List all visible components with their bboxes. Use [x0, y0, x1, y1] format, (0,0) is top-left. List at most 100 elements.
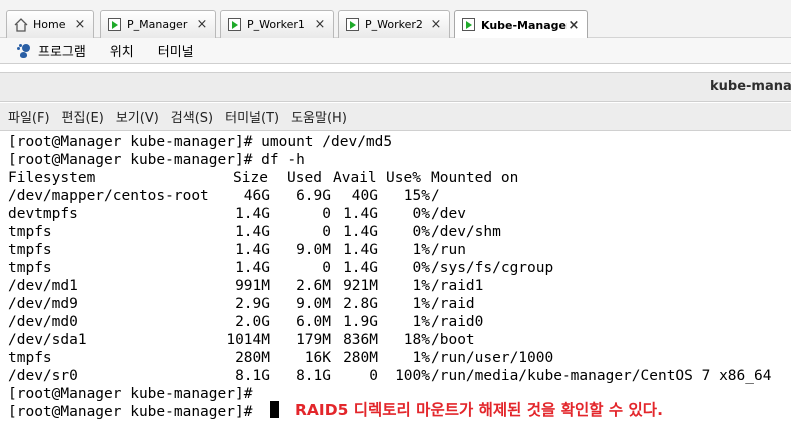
- tab-p-worker1[interactable]: P_Worker1 ×: [220, 10, 334, 38]
- terminal-menubar: 파일(F) 편집(E) 보기(V) 검색(S) 터미널(T) 도움말(H): [0, 103, 791, 131]
- menu-file[interactable]: 파일(F): [8, 107, 50, 126]
- df-filesystem: /dev/md0: [8, 314, 78, 330]
- menu-view[interactable]: 보기(V): [116, 107, 159, 126]
- menu-terminal-tools[interactable]: 터미널(T): [225, 107, 279, 126]
- tab-home[interactable]: Home ×: [6, 10, 94, 38]
- df-mounted: /raid0: [431, 314, 484, 330]
- df-mounted: /boot: [431, 332, 475, 348]
- command-line: [root@Manager kube-manager]# df -h: [8, 152, 305, 168]
- df-size: 2.0G: [235, 314, 270, 330]
- menu-edit[interactable]: 편집(E): [62, 107, 104, 126]
- df-used: 0: [322, 224, 331, 240]
- gnome-logo-icon: [16, 43, 32, 59]
- tab-label: P_Worker2: [365, 18, 423, 31]
- prompt-line: [root@Manager kube-manager]#: [8, 386, 253, 402]
- df-row: /dev/md9 2.9G 9.0M 2.8G 1%/raid: [8, 295, 788, 313]
- df-row: /dev/md1 991M 2.6M 921M 1%/raid1: [8, 277, 788, 295]
- df-used: 16K: [304, 350, 331, 366]
- df-col-avail: Avail: [333, 170, 377, 186]
- df-col-used: Used: [287, 170, 322, 186]
- df-usepct: 18%: [403, 332, 430, 348]
- tab-p-worker2[interactable]: P_Worker2 ×: [338, 10, 450, 38]
- df-size: 280M: [235, 350, 270, 366]
- df-col-usepct: Use%: [386, 170, 421, 186]
- vm-icon: [227, 17, 243, 33]
- df-filesystem: /dev/md1: [8, 278, 78, 294]
- df-used: 0: [322, 260, 331, 276]
- df-used: 9.0M: [296, 296, 331, 312]
- gnome-app-menu: 프로그램 위치 터미널: [0, 38, 791, 64]
- df-mounted: /raid: [431, 296, 475, 312]
- df-used: 9.0M: [296, 242, 331, 258]
- df-size: 1014M: [226, 332, 270, 348]
- df-usepct: 1%: [412, 242, 430, 258]
- tab-label: Home: [33, 18, 66, 31]
- menu-terminal[interactable]: 터미널: [158, 41, 194, 60]
- df-col-mounted: Mounted on: [431, 170, 519, 186]
- df-avail: 1.4G: [343, 242, 378, 258]
- window-title: kube-manag: [710, 79, 791, 94]
- df-row: /dev/mapper/centos-root 46G 6.9G 40G 15% /: [8, 187, 788, 205]
- df-filesystem: /dev/mapper/centos-root: [8, 188, 209, 204]
- df-usepct: 1%: [412, 278, 430, 294]
- close-icon[interactable]: ×: [429, 17, 443, 32]
- vm-icon: [107, 17, 123, 33]
- df-avail: 280M: [343, 350, 378, 366]
- df-usepct: 1%: [412, 350, 430, 366]
- df-usepct: 0%: [412, 260, 430, 276]
- close-icon[interactable]: ×: [73, 17, 87, 32]
- df-used: 6.9G: [296, 188, 331, 204]
- df-header: Filesystem Size Used Avail Use% Mounted …: [8, 169, 788, 187]
- df-avail: 836M: [343, 332, 378, 348]
- df-mounted: /run: [431, 242, 466, 258]
- df-row: /dev/md0 2.0G 6.0M 1.9G 1%/raid0: [8, 313, 788, 331]
- tab-p-manager[interactable]: P_Manager ×: [100, 10, 216, 38]
- df-filesystem: tmpfs: [8, 350, 52, 366]
- df-size: 1.4G: [235, 260, 270, 276]
- df-avail: 2.8G: [343, 296, 378, 312]
- df-row: tmpfs 1.4G 0 1.4G 0%/dev/shm: [8, 223, 788, 241]
- home-icon: [13, 17, 29, 33]
- df-filesystem: /dev/sda1: [8, 332, 87, 348]
- vm-tab-bar: Home × P_Manager × P_Worker1 × P_Worker2…: [0, 0, 791, 39]
- vm-icon: [345, 17, 361, 33]
- df-mounted: /: [431, 188, 440, 204]
- df-filesystem: devtmpfs: [8, 206, 78, 222]
- df-filesystem: /dev/md9: [8, 296, 78, 312]
- df-avail: 0: [369, 368, 378, 384]
- df-filesystem: tmpfs: [8, 260, 52, 276]
- df-mounted: /dev/shm: [431, 224, 501, 240]
- df-row: /dev/sda1 1014M 179M 836M 18%/boot: [8, 331, 788, 349]
- menu-applications[interactable]: 프로그램: [38, 41, 86, 60]
- prompt-line: [root@Manager kube-manager]#: [8, 404, 253, 420]
- tab-label: Kube-Manager: [481, 18, 567, 32]
- df-usepct: 1%: [412, 314, 430, 330]
- tab-label: P_Manager: [127, 18, 188, 31]
- annotation-text: RAID5 디렉토리 마운트가 해제된 것을 확인할 수 있다.: [295, 401, 663, 419]
- df-avail: 40G: [351, 188, 378, 204]
- tab-kube-manager[interactable]: Kube-Manager ×: [454, 10, 588, 39]
- df-usepct: 100%: [395, 368, 430, 384]
- menu-search[interactable]: 검색(S): [171, 107, 213, 126]
- close-icon[interactable]: ×: [195, 17, 209, 32]
- df-row: tmpfs 1.4G 0 1.4G 0%/sys/fs/cgroup: [8, 259, 788, 277]
- df-col-filesystem: Filesystem: [8, 170, 96, 186]
- df-filesystem: /dev/sr0: [8, 368, 78, 384]
- tab-label: P_Worker1: [247, 18, 305, 31]
- df-row: devtmpfs 1.4G 0 1.4G 0%/dev: [8, 205, 788, 223]
- df-mounted: /sys/fs/cgroup: [431, 260, 554, 276]
- df-used: 8.1G: [296, 368, 331, 384]
- menu-help[interactable]: 도움말(H): [291, 107, 347, 126]
- vm-icon: [461, 17, 477, 33]
- df-size: 2.9G: [235, 296, 270, 312]
- close-icon[interactable]: ×: [313, 17, 327, 32]
- df-mounted: /run/media/kube-manager/CentOS 7 x86_64: [431, 368, 772, 384]
- df-usepct: 1%: [412, 296, 430, 312]
- df-size: 46G: [243, 188, 270, 204]
- terminal-output[interactable]: [root@Manager kube-manager]# umount /dev…: [0, 131, 791, 445]
- window-titlebar[interactable]: kube-manag: [0, 72, 791, 102]
- df-usepct: 0%: [412, 206, 430, 222]
- close-icon[interactable]: ×: [567, 18, 581, 33]
- menu-places[interactable]: 위치: [110, 41, 134, 60]
- df-avail: 1.4G: [343, 224, 378, 240]
